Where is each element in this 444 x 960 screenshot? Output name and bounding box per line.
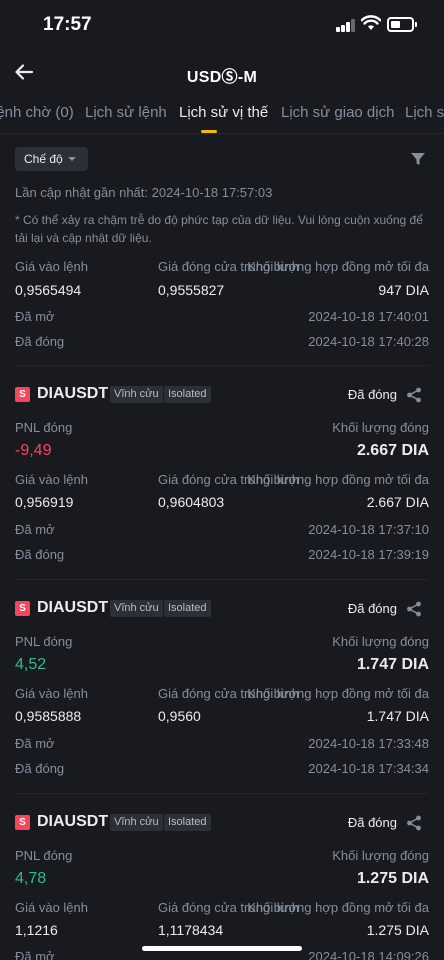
signal-icon <box>336 19 356 32</box>
home-indicator[interactable] <box>142 946 302 951</box>
contract-type-tag: Vĩnh cửu <box>110 386 163 403</box>
entry-price-value: 0,9565494 <box>15 282 82 298</box>
closed-time: 2024-10-18 17:40:28 <box>308 334 429 349</box>
caret-down-icon <box>68 157 76 161</box>
wifi-icon <box>361 15 381 30</box>
closed-time: 2024-10-18 17:34:34 <box>308 761 429 776</box>
mode-dropdown-label: Chế độ <box>24 152 63 166</box>
short-badge: S <box>15 387 30 402</box>
pnl-value: 4,78 <box>15 870 47 887</box>
last-update-text: Lần cập nhật gần nhất: 2024-10-18 17:57:… <box>15 185 273 200</box>
short-badge: S <box>15 601 30 616</box>
pnl-value: 4,52 <box>15 656 47 673</box>
entry-price-value: 0,9585888 <box>15 708 82 724</box>
divider <box>15 365 429 366</box>
max-open-volume-label: Khối lượng hợp đồng mở tối đa <box>247 472 429 487</box>
max-open-volume-value: 947 DIA <box>378 282 429 298</box>
divider <box>15 793 429 794</box>
closed-label: Đã đóng <box>15 547 65 562</box>
status-label: Đã đóng <box>347 815 397 830</box>
contract-type-tag: Vĩnh cửu <box>110 814 163 831</box>
symbol: DIAUSDT <box>37 813 109 830</box>
opened-time: 2024-10-18 14:09:26 <box>308 949 429 960</box>
share-icon[interactable] <box>406 815 422 831</box>
closed-volume-label: Khối lượng đóng <box>332 420 429 435</box>
share-icon[interactable] <box>406 387 422 403</box>
entry-price-value: 0,956919 <box>15 494 74 510</box>
status-bar: 17:57 <box>0 0 444 50</box>
closed-volume-value: 1.747 DIA <box>356 656 429 673</box>
closed-label: Đã đóng <box>15 761 65 776</box>
avg-close-price-value: 0,9555827 <box>158 282 225 298</box>
opened-label: Đã mở <box>15 736 55 751</box>
active-tab-indicator <box>201 130 217 133</box>
entry-price-label: Giá vào lệnh <box>15 472 88 487</box>
max-open-volume-label: Khối lượng hợp đồng mở tối đa <box>247 900 429 915</box>
max-open-volume-value: 1.275 DIA <box>366 922 429 938</box>
tab-history[interactable]: Lịch sử <box>405 104 444 121</box>
max-open-volume-label: Khối lượng hợp đồng mở tối đa <box>247 259 429 274</box>
margin-mode-tag: Isolated <box>164 600 211 617</box>
closed-time: 2024-10-18 17:39:19 <box>308 547 429 562</box>
delay-note: * Có thể xảy ra chậm trễ do độ phức tạp … <box>15 213 423 245</box>
pnl-label: PNL đóng <box>15 634 73 649</box>
max-open-volume-value: 2.667 DIA <box>366 494 429 510</box>
status-label: Đã đóng <box>347 387 397 402</box>
pnl-label: PNL đóng <box>15 420 73 435</box>
symbol: DIAUSDT <box>37 599 109 616</box>
opened-label: Đã mở <box>15 309 55 324</box>
opened-time: 2024-10-18 17:33:48 <box>308 736 429 751</box>
margin-mode-tag: Isolated <box>164 814 211 831</box>
page-title: USDⓈ-M <box>186 69 258 86</box>
tab-trade-history[interactable]: Lịch sử giao dịch <box>281 104 394 121</box>
avg-close-price-value: 0,9604803 <box>158 494 225 510</box>
tab-bar: Lệnh chờ (0) Lịch sử lệnh Lịch sử vị thế… <box>0 94 444 134</box>
battery-icon <box>387 17 417 32</box>
closed-volume-label: Khối lượng đóng <box>332 848 429 863</box>
mode-dropdown[interactable]: Chế độ <box>15 147 88 171</box>
opened-label: Đã mở <box>15 522 55 537</box>
filter-icon[interactable] <box>410 151 426 167</box>
tab-order-history[interactable]: Lịch sử lệnh <box>85 104 167 121</box>
entry-price-label: Giá vào lệnh <box>15 686 88 701</box>
tab-open-orders[interactable]: Lệnh chờ (0) <box>0 104 74 121</box>
clock: 17:57 <box>43 14 92 35</box>
closed-volume-value: 1.275 DIA <box>356 870 429 887</box>
closed-volume-label: Khối lượng đóng <box>332 634 429 649</box>
avg-close-price-value: 0,9560 <box>158 708 201 724</box>
contract-type-tag: Vĩnh cửu <box>110 600 163 617</box>
tab-position-history[interactable]: Lịch sử vị thế <box>179 104 268 121</box>
closed-volume-value: 2.667 DIA <box>356 442 429 459</box>
symbol: DIAUSDT <box>37 385 109 402</box>
closed-label: Đã đóng <box>15 334 65 349</box>
entry-price-value: 1,1216 <box>15 922 58 938</box>
divider <box>15 579 429 580</box>
max-open-volume-label: Khối lượng hợp đồng mở tối đa <box>247 686 429 701</box>
pnl-label: PNL đóng <box>15 848 73 863</box>
pnl-value: -9,49 <box>15 442 52 459</box>
opened-time: 2024-10-18 17:37:10 <box>308 522 429 537</box>
share-icon[interactable] <box>406 601 422 617</box>
max-open-volume-value: 1.747 DIA <box>366 708 429 724</box>
short-badge: S <box>15 815 30 830</box>
entry-price-label: Giá vào lệnh <box>15 900 88 915</box>
status-label: Đã đóng <box>347 601 397 616</box>
opened-label: Đã mở <box>15 949 55 960</box>
avg-close-price-value: 1,1178434 <box>158 922 224 938</box>
margin-mode-tag: Isolated <box>164 386 211 403</box>
entry-price-label: Giá vào lệnh <box>15 259 88 274</box>
opened-time: 2024-10-18 17:40:01 <box>308 309 429 324</box>
header: USDⓈ-M <box>0 50 444 94</box>
